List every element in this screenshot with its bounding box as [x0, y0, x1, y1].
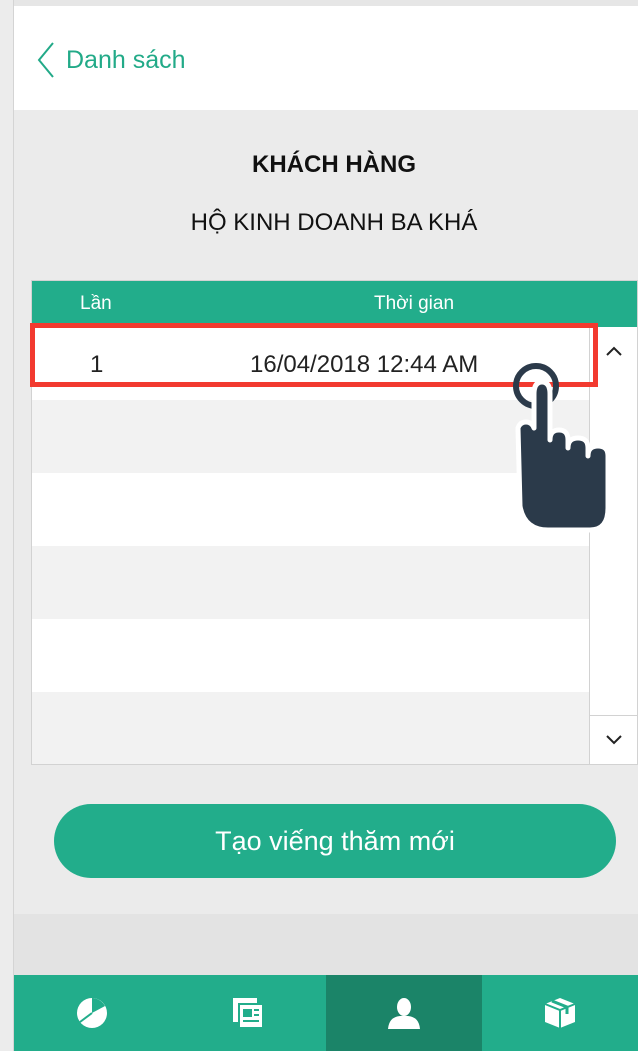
customer-heading: KHÁCH HÀNG: [252, 151, 416, 178]
empty-row: [32, 619, 589, 692]
chevron-left-icon: [37, 42, 54, 78]
empty-row: [32, 400, 589, 473]
column-header-time: Thời gian: [373, 293, 455, 314]
tab-customers[interactable]: [326, 975, 482, 1051]
empty-row: [32, 692, 589, 764]
table-header: Lần Thời gian: [32, 281, 637, 327]
new-visit-button[interactable]: Tạo viếng thăm mới: [54, 804, 616, 878]
chevron-down-icon: [606, 735, 622, 745]
bottom-spacer: [14, 914, 638, 976]
empty-row: [32, 546, 589, 619]
tab-dashboard[interactable]: [14, 975, 170, 1051]
app-screen: Danh sách KHÁCH HÀNG HỘ KINH DOANH BA KH…: [14, 6, 638, 1051]
tap-hand-icon: [513, 363, 611, 533]
customer-name: HỘ KINH DOANH BA KHÁ: [190, 209, 478, 236]
cell-time: 16/04/2018 12:44 AM: [250, 351, 479, 378]
back-button[interactable]: Danh sách: [36, 40, 186, 80]
scroll-down-button[interactable]: [590, 715, 637, 764]
top-bar: Danh sách: [14, 6, 638, 110]
documents-icon: [233, 998, 264, 1029]
tab-products[interactable]: [482, 975, 638, 1051]
pie-chart-icon: [77, 998, 107, 1028]
window-left-edge: [0, 0, 14, 1051]
empty-row: [32, 473, 589, 546]
tab-documents[interactable]: [170, 975, 326, 1051]
user-icon: [388, 998, 420, 1029]
table-body: 1 16/04/2018 12:44 AM: [32, 327, 589, 764]
box-icon: [544, 998, 576, 1028]
bottom-tab-bar: [14, 975, 638, 1051]
chevron-up-icon: [606, 346, 622, 356]
back-button-label: Danh sách: [66, 45, 186, 74]
cell-lan: 1: [90, 351, 104, 378]
table-row[interactable]: 1 16/04/2018 12:44 AM: [32, 327, 589, 400]
